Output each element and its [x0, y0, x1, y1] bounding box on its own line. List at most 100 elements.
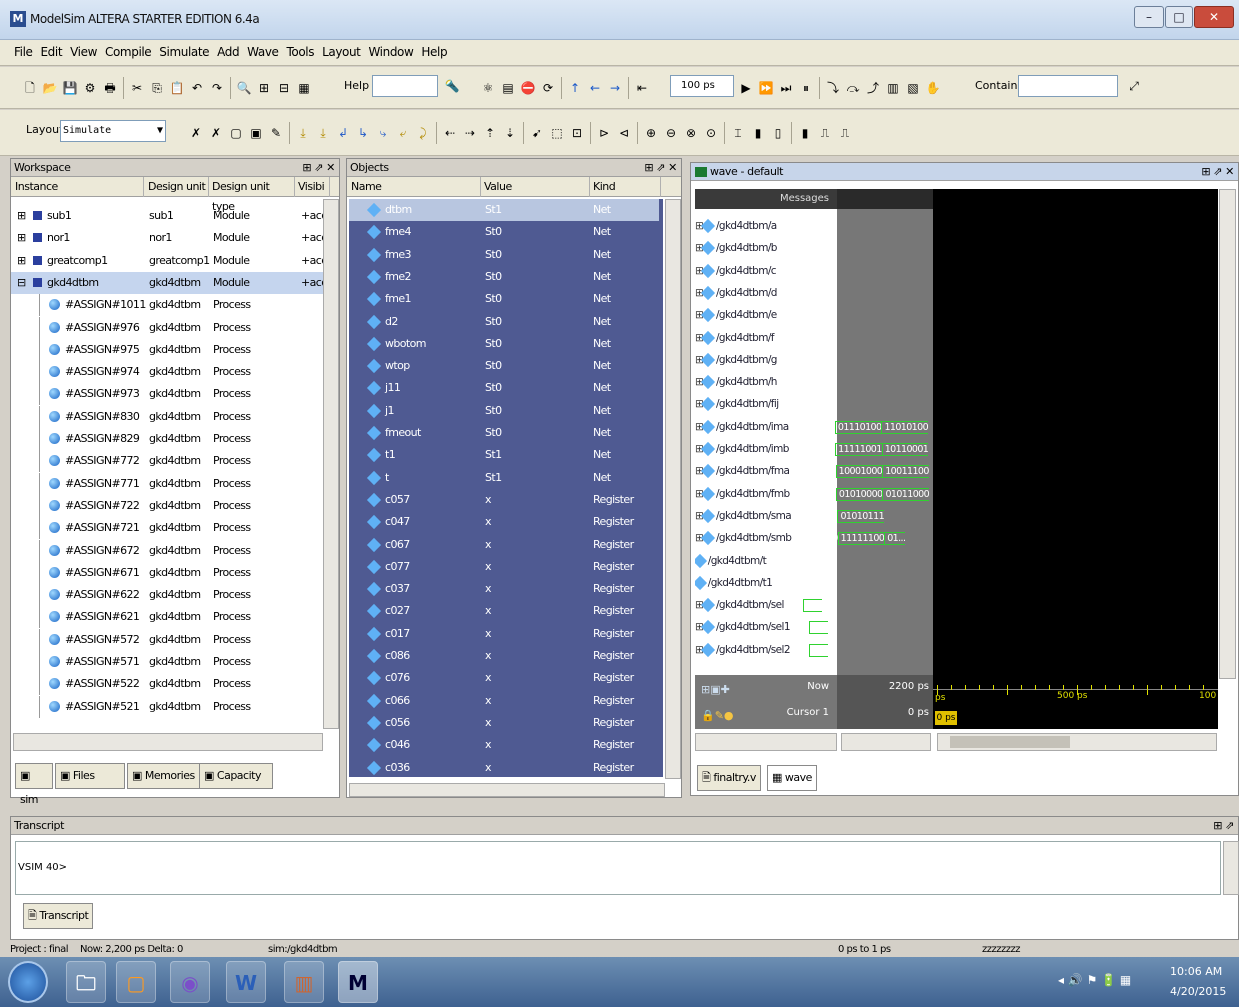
workspace-row[interactable]: #ASSIGN#1011 gkd4dtbm Process — [11, 294, 323, 317]
col-kind[interactable]: Kind — [591, 177, 661, 197]
col-instance[interactable]: Instance — [13, 177, 144, 197]
object-row[interactable]: fme3 St0 Net — [349, 244, 659, 266]
object-row[interactable]: t1 St1 Net — [349, 444, 659, 466]
step-next-icon[interactable]: ⤷ — [374, 124, 392, 142]
object-row[interactable]: wtop St0 Net — [349, 355, 659, 377]
restart-icon[interactable]: ⟳ — [539, 79, 557, 97]
undo-icon[interactable]: ↶ — [188, 79, 206, 97]
menu-edit[interactable]: Edit — [36, 40, 66, 59]
indent-icon[interactable]: ▢ — [227, 124, 245, 142]
arrow-right-icon[interactable]: → — [606, 79, 624, 97]
object-row[interactable]: c036 x Register — [349, 757, 659, 778]
finish-icon[interactable]: ⤸ — [414, 124, 432, 142]
expand-icon[interactable]: ⊞ — [17, 250, 26, 272]
wave-canvas-hscrollbar[interactable] — [937, 733, 1217, 751]
outdent-icon[interactable]: ▣ — [247, 124, 265, 142]
wave-timeline[interactable]: 500 ps 100 ps 0 ps — [933, 675, 1218, 729]
workspace-row[interactable]: #ASSIGN#621 gkd4dtbm Process — [11, 606, 323, 629]
run-length-input[interactable]: 100 ps — [670, 75, 734, 97]
find-icon[interactable]: 🔍 — [235, 79, 253, 97]
run-all-icon[interactable]: ⏭ — [777, 79, 795, 97]
step-icon[interactable]: ⤵ — [824, 79, 842, 97]
wave-row[interactable]: ⊞ /gkd4dtbm/a zzzzzzzz — [695, 215, 1218, 237]
wave-row[interactable]: ⊞ /gkd4dtbm/f zzzzzzzz — [695, 327, 1218, 349]
layout-select[interactable]: Simulate ▼ — [60, 120, 166, 142]
copy-icon[interactable]: ⎘ — [148, 79, 166, 97]
wave-row[interactable]: ⊞ /gkd4dtbm/fmb 01011000 01010000 01011000 — [695, 483, 1218, 505]
object-row[interactable]: wbotom St0 Net — [349, 333, 659, 355]
tab-sim[interactable]: ▣ sim — [15, 763, 53, 806]
zoom-cursor-icon[interactable]: ⊙ — [702, 124, 720, 142]
object-row[interactable]: c086 x Register — [349, 645, 659, 667]
wave-add-icon[interactable]: ▥ — [884, 79, 902, 97]
tab-transcript[interactable]: 🗎 Transcript — [23, 903, 94, 929]
zoom-out-icon[interactable]: ⊖ — [662, 124, 680, 142]
menu-layout[interactable]: Layout — [318, 40, 364, 59]
workspace-row[interactable]: #ASSIGN#772 gkd4dtbm Process — [11, 450, 323, 473]
zoom-box-icon[interactable]: ⬚ — [548, 124, 566, 142]
object-row[interactable]: dtbm St1 Net — [349, 199, 659, 222]
wave-row[interactable]: /gkd4dtbm/t1 St1 — [695, 572, 1218, 594]
cursor-marker[interactable]: 0 ps — [935, 711, 957, 725]
wave-row[interactable]: ⊞ /gkd4dtbm/d zzzzzzzz — [695, 282, 1218, 304]
workspace-row[interactable]: ⊞ sub1 sub1 Module +acc — [11, 205, 323, 227]
workspace-row[interactable]: #ASSIGN#721 gkd4dtbm Process — [11, 517, 323, 540]
memory-view-icon[interactable]: ▯ — [769, 124, 787, 142]
save-icon[interactable]: 💾 — [61, 79, 79, 97]
step-prev-icon[interactable]: ⤶ — [394, 124, 412, 142]
wave-row[interactable]: ⊞ /gkd4dtbm/imb 10110001 11111001 10110001 — [695, 438, 1218, 460]
browser-icon[interactable]: ◉ — [170, 961, 210, 1003]
object-row[interactable]: j1 St0 Net — [349, 400, 659, 422]
menu-window[interactable]: Window — [364, 40, 417, 59]
wave-row[interactable]: ⊞ /gkd4dtbm/c zzzzzzzz — [695, 260, 1218, 282]
wave-add-cursor-icon[interactable]: ⊞▣✚ — [701, 683, 730, 696]
run-icon[interactable]: ▶ — [737, 79, 755, 97]
wave-row[interactable]: ⊞ /gkd4dtbm/ima 11010100 01110100 11010100 — [695, 416, 1218, 438]
step-out-icon[interactable]: ⤴ — [864, 79, 882, 97]
workspace-row[interactable]: #ASSIGN#572 gkd4dtbm Process — [11, 628, 323, 651]
bookmark-icon[interactable]: ✎ — [267, 124, 285, 142]
list-icon[interactable]: ▮ — [749, 124, 767, 142]
tree-icon[interactable]: ⊞ — [255, 79, 273, 97]
workspace-row[interactable]: #ASSIGN#622 gkd4dtbm Process — [11, 584, 323, 607]
bar-icon[interactable]: ▮ — [796, 124, 814, 142]
col-design-unit[interactable]: Design unit — [146, 177, 209, 197]
wave-row[interactable]: ⊞ /gkd4dtbm/h zzzzzzzz — [695, 371, 1218, 393]
sim-icon[interactable]: ⚛ — [479, 79, 497, 97]
object-row[interactable]: fme2 St0 Net — [349, 266, 659, 288]
transcript-console[interactable]: VSIM 40> — [15, 841, 1221, 895]
restart-sim-icon[interactable]: ⇤ — [633, 79, 651, 97]
wave-row[interactable]: ⊞ /gkd4dtbm/sma 01010111 01010111 — [695, 505, 1218, 527]
object-row[interactable]: c066 x Register — [349, 690, 659, 712]
workspace-row[interactable]: #ASSIGN#771 gkd4dtbm Process — [11, 472, 323, 495]
workspace-row[interactable]: #ASSIGN#973 gkd4dtbm Process — [11, 383, 323, 406]
workspace-row[interactable]: #ASSIGN#976 gkd4dtbm Process — [11, 316, 323, 339]
close-button[interactable]: ✕ — [1194, 6, 1234, 28]
menu-simulate[interactable]: Simulate — [155, 40, 213, 59]
break-sim-icon[interactable]: ⏸ — [797, 79, 815, 97]
insert-cursor-icon[interactable]: ⊳ — [595, 124, 613, 142]
object-row[interactable]: c037 x Register — [349, 578, 659, 600]
wave-edge2-icon[interactable]: ⇣ — [501, 124, 519, 142]
workspace-row[interactable]: #ASSIGN#722 gkd4dtbm Process — [11, 494, 323, 517]
wave-row[interactable]: /gkd4dtbm/t St1 — [695, 550, 1218, 572]
workspace-row[interactable]: #ASSIGN#522 gkd4dtbm Process — [11, 673, 323, 696]
object-row[interactable]: c056 x Register — [349, 712, 659, 734]
arrow-left-icon[interactable]: ← — [586, 79, 604, 97]
workspace-row[interactable]: #ASSIGN#571 gkd4dtbm Process — [11, 651, 323, 673]
open-folder-icon[interactable]: 📂 — [41, 79, 59, 97]
workspace-row[interactable]: ⊟ gkd4dtbm gkd4dtbm Module +acc — [11, 271, 323, 295]
tab-files[interactable]: ▣ Files — [55, 763, 125, 789]
lock-cursor-icon[interactable]: 🔒✎● — [701, 709, 734, 722]
object-row[interactable]: fmeout St0 Net — [349, 422, 659, 444]
tab-capacity[interactable]: ▣ Capacity — [199, 763, 273, 789]
objects-vscrollbar[interactable] — [665, 199, 681, 779]
continue-icon[interactable]: ⏩ — [757, 79, 775, 97]
contains-search-input[interactable] — [1018, 75, 1118, 97]
workspace-row[interactable]: #ASSIGN#974 gkd4dtbm Process — [11, 361, 323, 384]
modelsim-taskbar-icon[interactable]: M — [338, 961, 378, 1003]
break-icon[interactable]: ⛔ — [519, 79, 537, 97]
menu-compile[interactable]: Compile — [101, 40, 155, 59]
delete-cursor-icon[interactable]: ⊲ — [615, 124, 633, 142]
zoom-in-icon[interactable]: ⊕ — [642, 124, 660, 142]
